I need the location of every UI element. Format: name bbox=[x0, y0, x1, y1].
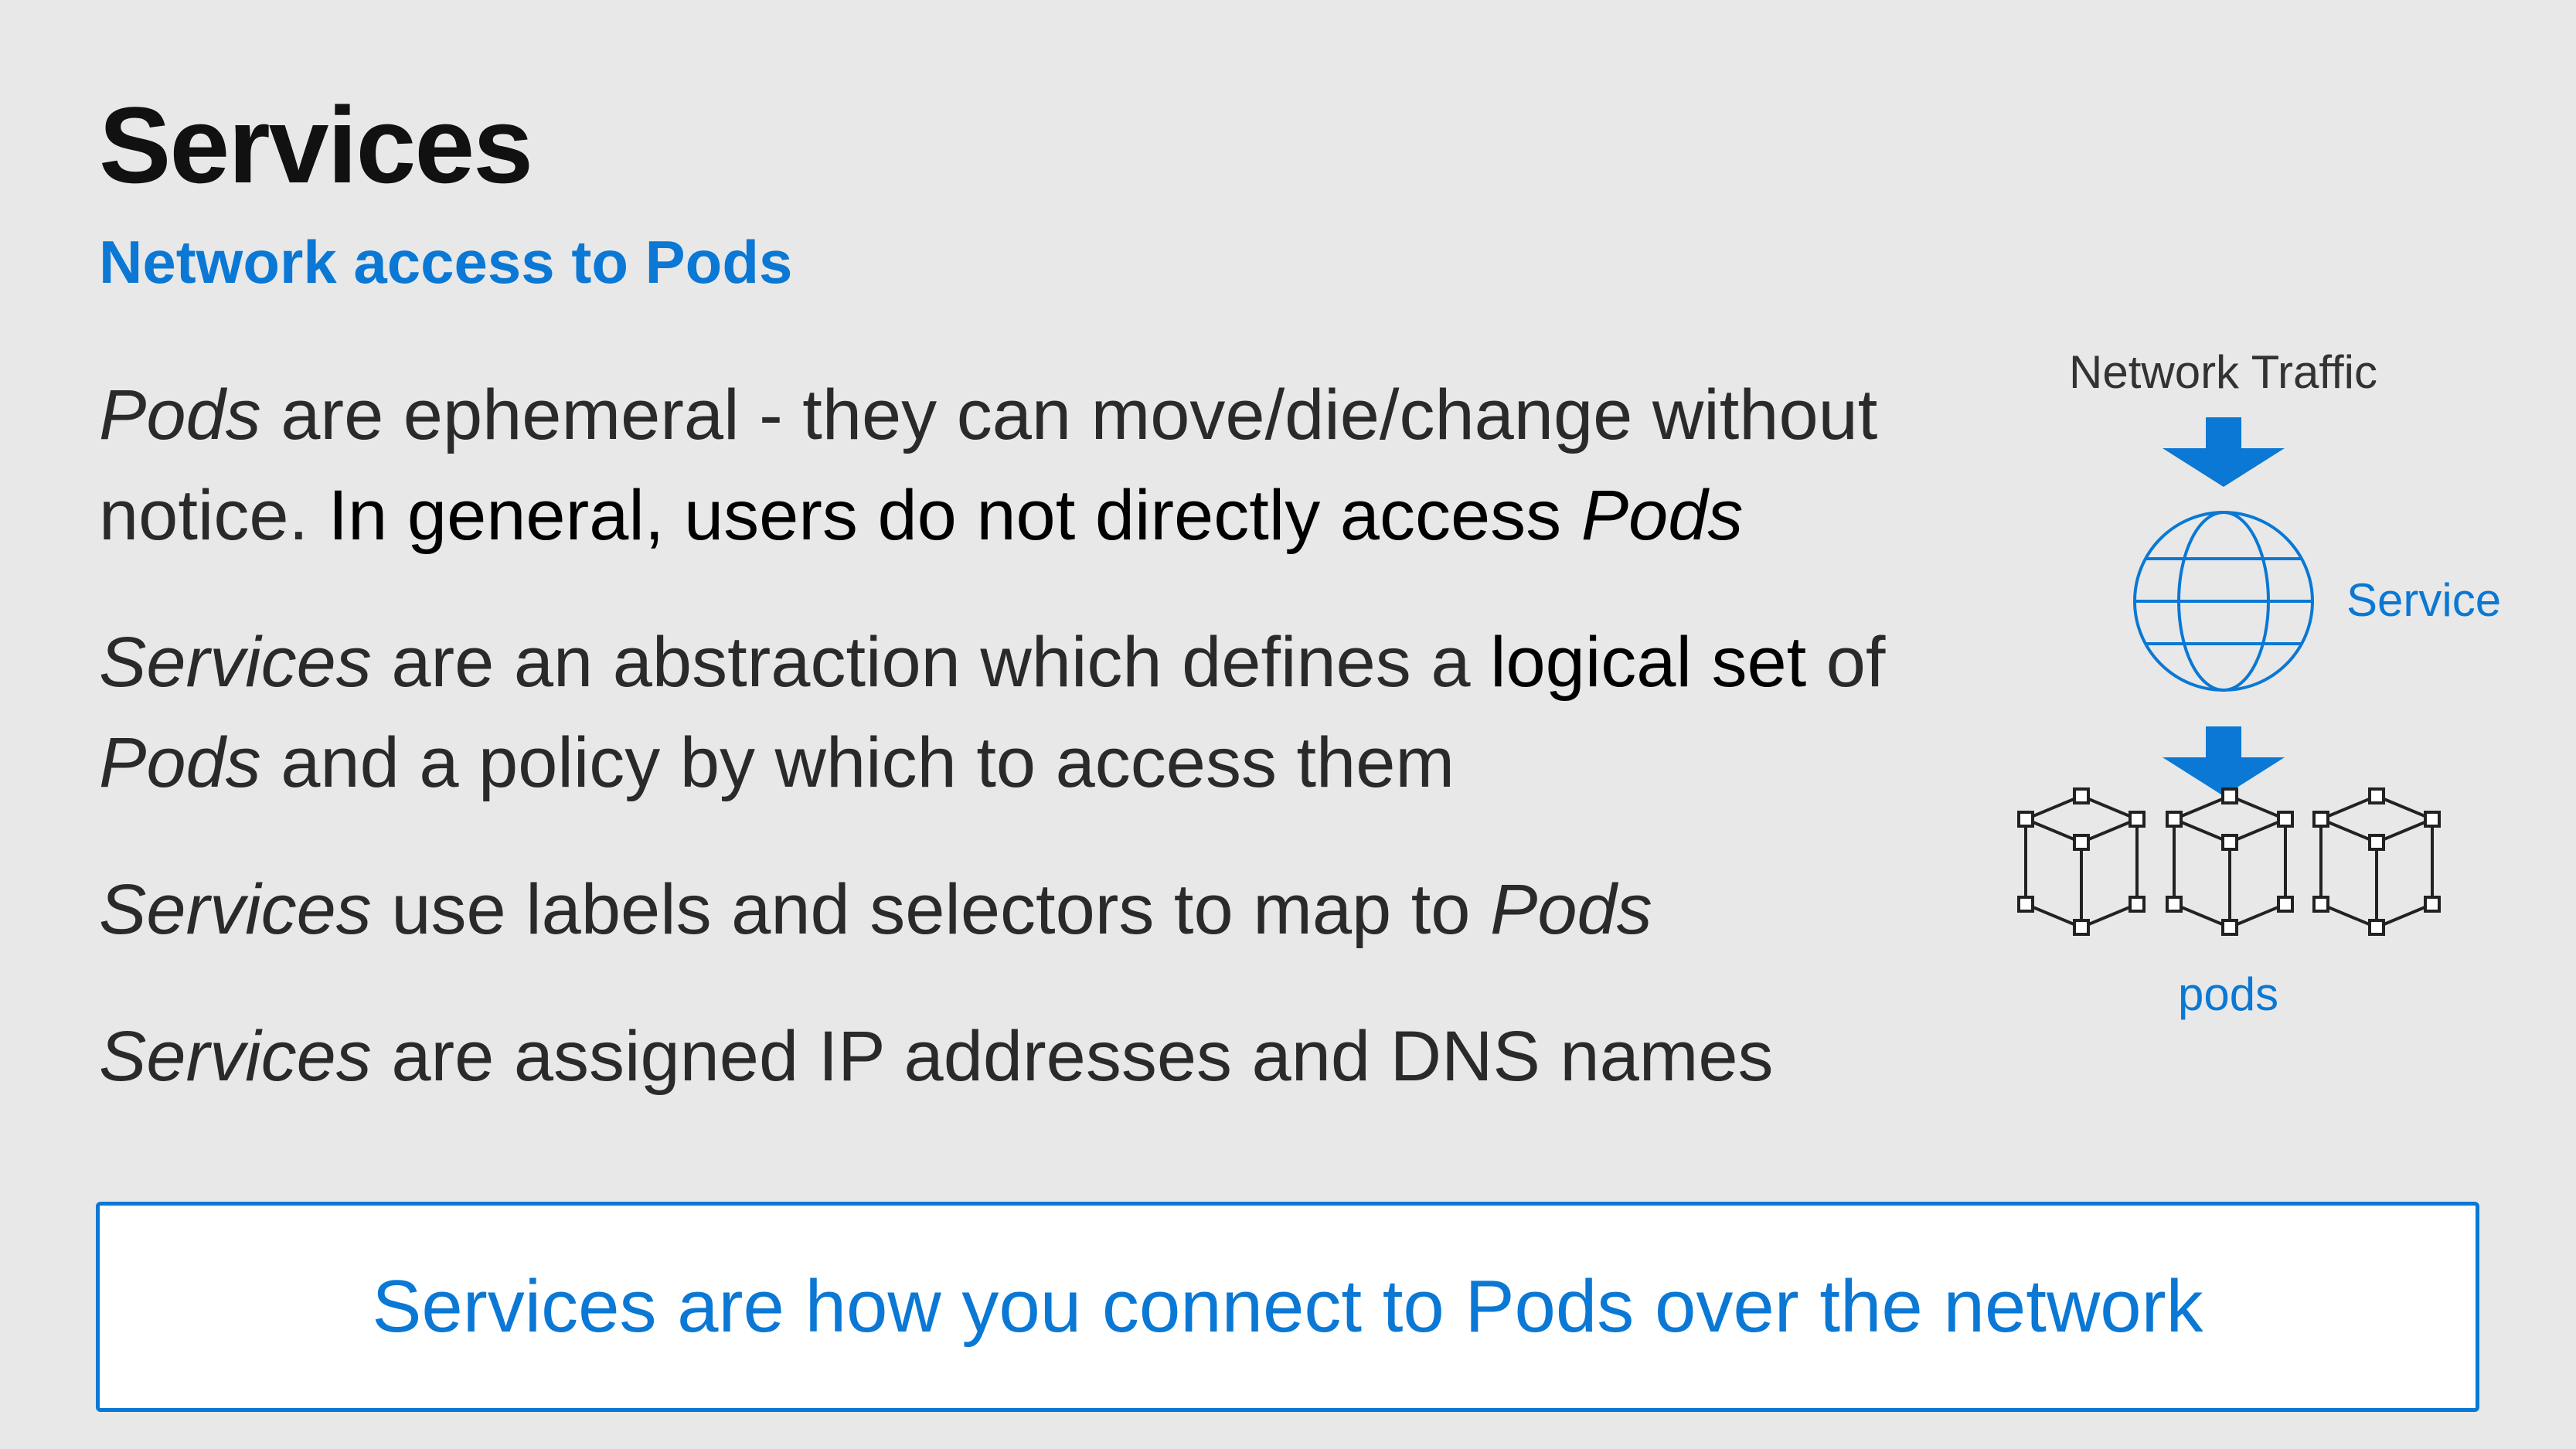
paragraph-text: and a policy by which to access them bbox=[260, 723, 1455, 802]
globe-icon bbox=[2133, 511, 2314, 692]
slide-subtitle: Network access to Pods bbox=[99, 228, 793, 296]
service-label: Service bbox=[2346, 574, 2502, 626]
arrow-down-icon bbox=[2163, 417, 2285, 487]
service-diagram: Network Traffic Service pods bbox=[1994, 332, 2520, 1028]
term-pods: Pods bbox=[99, 376, 261, 454]
term-pods: Pods bbox=[99, 723, 261, 802]
paragraph-text: of bbox=[1806, 623, 1886, 702]
term-services: Services bbox=[99, 1017, 372, 1096]
slide-title: Services bbox=[99, 84, 533, 206]
paragraph-pods-ephemeral: Pods are ephemeral - they can move/die/c… bbox=[99, 365, 1938, 566]
paragraph-text: are an abstraction which defines a bbox=[371, 623, 1491, 702]
pods-label: pods bbox=[2178, 968, 2279, 1020]
cube-icon bbox=[2312, 787, 2441, 936]
emphasis-text: In general, users do not directly access bbox=[328, 476, 1581, 555]
diagram-graphics bbox=[2017, 417, 2441, 936]
callout-text: Services are how you connect to Pods ove… bbox=[372, 1265, 2203, 1348]
term-services: Services bbox=[99, 870, 372, 949]
network-traffic-label: Network Traffic bbox=[2069, 346, 2377, 398]
term-services: Services bbox=[99, 623, 372, 702]
paragraph-text: are assigned IP addresses and DNS names bbox=[371, 1017, 1774, 1096]
bullet-list: Pods are ephemeral - they can move/die/c… bbox=[99, 365, 1938, 1153]
term-pods: Pods bbox=[1490, 870, 1652, 949]
arrow-down-icon bbox=[2163, 726, 2285, 796]
paragraph-services-ip: Services are assigned IP addresses and D… bbox=[99, 1006, 1938, 1107]
cube-icon bbox=[2017, 787, 2146, 936]
paragraph-text: use labels and selectors to map to bbox=[371, 870, 1491, 949]
cube-icon bbox=[2166, 787, 2294, 936]
emphasis-text: logical set bbox=[1490, 623, 1807, 702]
paragraph-services-labels: Services use labels and selectors to map… bbox=[99, 859, 1938, 960]
term-pods: Pods bbox=[1581, 476, 1744, 555]
callout-box: Services are how you connect to Pods ove… bbox=[96, 1202, 2479, 1412]
paragraph-services-abstraction: Services are an abstraction which define… bbox=[99, 612, 1938, 813]
